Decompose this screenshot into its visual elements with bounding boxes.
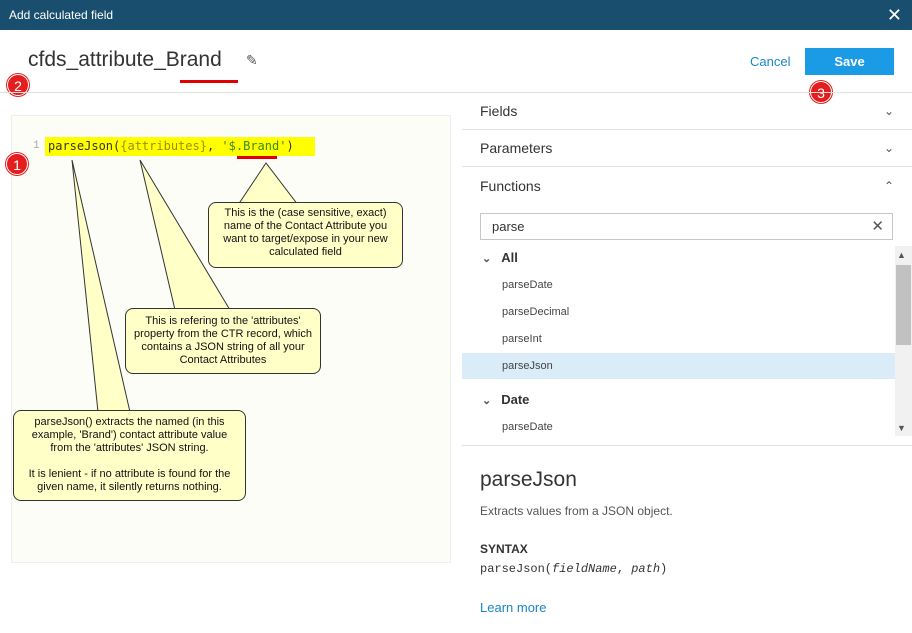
section-parameters[interactable]: Parameters ⌄	[462, 130, 912, 167]
function-search-input[interactable]: parse ✕	[480, 213, 893, 240]
scroll-down-icon[interactable]: ▼	[897, 423, 906, 433]
callout-attributes: This is refering to the 'attributes' pro…	[125, 308, 321, 374]
callout-brand: This is the (case sensitive, exact) name…	[208, 202, 403, 268]
section-fields[interactable]: Fields ⌄	[462, 93, 912, 130]
scroll-up-icon[interactable]: ▲	[897, 250, 906, 260]
callout-parsejson-p1: parseJson() extracts the named (in this …	[31, 416, 228, 454]
syntax-close: )	[660, 562, 668, 576]
pointer-parsejson	[71, 159, 131, 413]
list-item[interactable]: parseDecimal	[462, 299, 895, 325]
section-functions-label: Functions	[480, 178, 541, 194]
list-divider	[462, 445, 912, 446]
function-description: Extracts values from a JSON object.	[480, 504, 673, 518]
list-item[interactable]: parseInt	[462, 326, 895, 352]
group-date-label: Date	[501, 392, 530, 407]
chevron-down-icon: ⌄	[482, 253, 492, 265]
chevron-down-icon: ⌄	[482, 395, 492, 407]
syntax-heading: SYNTAX	[480, 542, 528, 556]
learn-more-link[interactable]: Learn more	[480, 600, 546, 615]
function-detail-title: parseJson	[480, 468, 577, 491]
scrollbar-thumb[interactable]	[896, 265, 911, 345]
search-value: parse	[492, 219, 525, 234]
list-item-selected[interactable]: parseJson	[462, 353, 895, 379]
group-date[interactable]: ⌄ Date	[482, 392, 529, 407]
chevron-down-icon: ⌄	[883, 141, 894, 155]
callout-parsejson-p2: It is lenient - if no attribute is found…	[28, 468, 231, 493]
group-all-label: All	[501, 250, 518, 265]
list-item[interactable]: parseDate	[462, 414, 895, 436]
callout-parsejson: parseJson() extracts the named (in this …	[13, 410, 246, 501]
chevron-up-icon: ⌃	[883, 179, 894, 193]
syntax-arg1: fieldName	[552, 562, 617, 576]
chevron-down-icon: ⌄	[883, 104, 894, 118]
clear-icon[interactable]: ✕	[871, 214, 884, 239]
pointer-brand	[237, 162, 300, 206]
section-fields-label: Fields	[480, 103, 518, 119]
list-item[interactable]: parseDate	[462, 272, 895, 298]
syntax-sep: ,	[616, 562, 632, 576]
section-parameters-label: Parameters	[480, 140, 553, 156]
syntax-fn: parseJson(	[480, 562, 553, 576]
syntax-arg2: path	[631, 562, 661, 576]
section-functions[interactable]: Functions ⌃	[462, 168, 912, 205]
group-all[interactable]: ⌄ All	[482, 250, 518, 265]
syntax-signature: parseJson(fieldName, path)	[480, 562, 667, 576]
